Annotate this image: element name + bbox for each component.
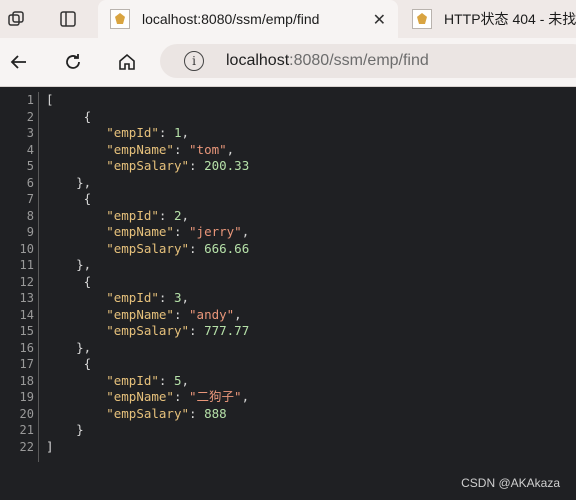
code-line: }, [46, 257, 92, 272]
line-number: 6 [26, 175, 34, 190]
tab-inactive[interactable]: HTTP状态 404 - 未找 [402, 0, 576, 38]
back-arrow-icon [10, 55, 26, 69]
refresh-icon [66, 54, 80, 69]
workspaces-icon[interactable] [4, 7, 28, 31]
code-line: "empSalary": 777.77 [106, 323, 250, 338]
gutter-divider [38, 92, 39, 462]
json-viewer: 1 2 3 4 5 6 7 8 9 10 11 12 13 14 15 16 17 18 19 20 21 22 [ { … [0, 87, 576, 500]
code-line: "empName": "jerry", [106, 224, 250, 239]
tab-actions-icon[interactable] [56, 7, 80, 31]
line-number: 14 [19, 307, 34, 322]
line-number: 16 [19, 340, 34, 355]
line-number: 22 [19, 439, 34, 454]
home-icon [119, 53, 135, 70]
code-line: } [46, 422, 84, 437]
url-text[interactable]: localhost:8080/ssm/emp/find [226, 52, 429, 70]
line-number: 9 [26, 225, 34, 239]
line-number: 18 [19, 373, 34, 388]
code-line: }, [46, 174, 92, 190]
home-button[interactable] [114, 49, 140, 75]
code-line: "empId": 3, [106, 290, 190, 305]
tab-bar: localhost:8080/ssm/emp/find ✕ HTTP状态 404… [0, 0, 576, 38]
code-line: "empId": 5, [106, 372, 190, 388]
code-line: "empName": "tom", [106, 141, 235, 157]
navigation-toolbar: i localhost:8080/ssm/emp/find [0, 38, 576, 87]
code-line: "empId": 1, [106, 125, 190, 140]
line-number: 2 [26, 109, 34, 124]
line-number-gutter: 1 2 3 4 5 6 7 8 9 10 11 12 13 14 15 16 17 18 19 20 21 22 [0, 92, 34, 455]
tab-active[interactable]: localhost:8080/ssm/emp/find ✕ [98, 0, 398, 38]
line-number: 15 [19, 324, 34, 338]
line-number: 8 [26, 208, 34, 223]
line-number: 7 [26, 192, 34, 206]
tomcat-favicon-icon [412, 9, 432, 29]
code-line: "empId": 2, [106, 207, 190, 223]
code-line: { [46, 108, 92, 124]
code-line: "empSalary": 200.33 [106, 158, 250, 173]
line-number: 3 [26, 126, 34, 140]
code-line: [ [46, 92, 54, 107]
back-button[interactable] [6, 49, 32, 75]
address-bar[interactable]: i localhost:8080/ssm/emp/find [160, 44, 576, 78]
tomcat-favicon-icon [110, 9, 130, 29]
code-line: { [46, 273, 92, 289]
line-number: 10 [19, 241, 34, 256]
line-number: 12 [19, 274, 34, 289]
code-line: { [46, 356, 92, 371]
code-line: { [46, 191, 92, 206]
line-number: 11 [19, 258, 34, 272]
code-line: "empSalary": 888 [106, 405, 227, 421]
code-line: ] [46, 438, 54, 454]
line-number: 17 [19, 357, 34, 371]
line-number: 21 [19, 423, 34, 437]
tab-title: localhost:8080/ssm/emp/find [142, 11, 320, 27]
code-line: "empName": "andy", [106, 306, 242, 322]
close-tab-icon[interactable]: ✕ [373, 10, 386, 30]
refresh-button[interactable] [60, 49, 86, 75]
watermark: CSDN @AKAkaza [461, 476, 560, 490]
line-number: 5 [26, 159, 34, 173]
line-number: 19 [19, 390, 34, 404]
code-line: "empName": "二狗子", [106, 389, 250, 404]
info-icon[interactable]: i [184, 51, 204, 71]
tab-title: HTTP状态 404 - 未找 [444, 11, 576, 27]
code-line: "empSalary": 666.66 [106, 240, 250, 256]
code-line: }, [46, 339, 92, 355]
line-number: 4 [26, 142, 34, 157]
json-code: [ { "empId": 1, "empName": "tom", "empSa… [46, 92, 249, 455]
line-number: 13 [19, 291, 34, 305]
line-number: 1 [26, 93, 34, 107]
line-number: 20 [19, 406, 34, 421]
